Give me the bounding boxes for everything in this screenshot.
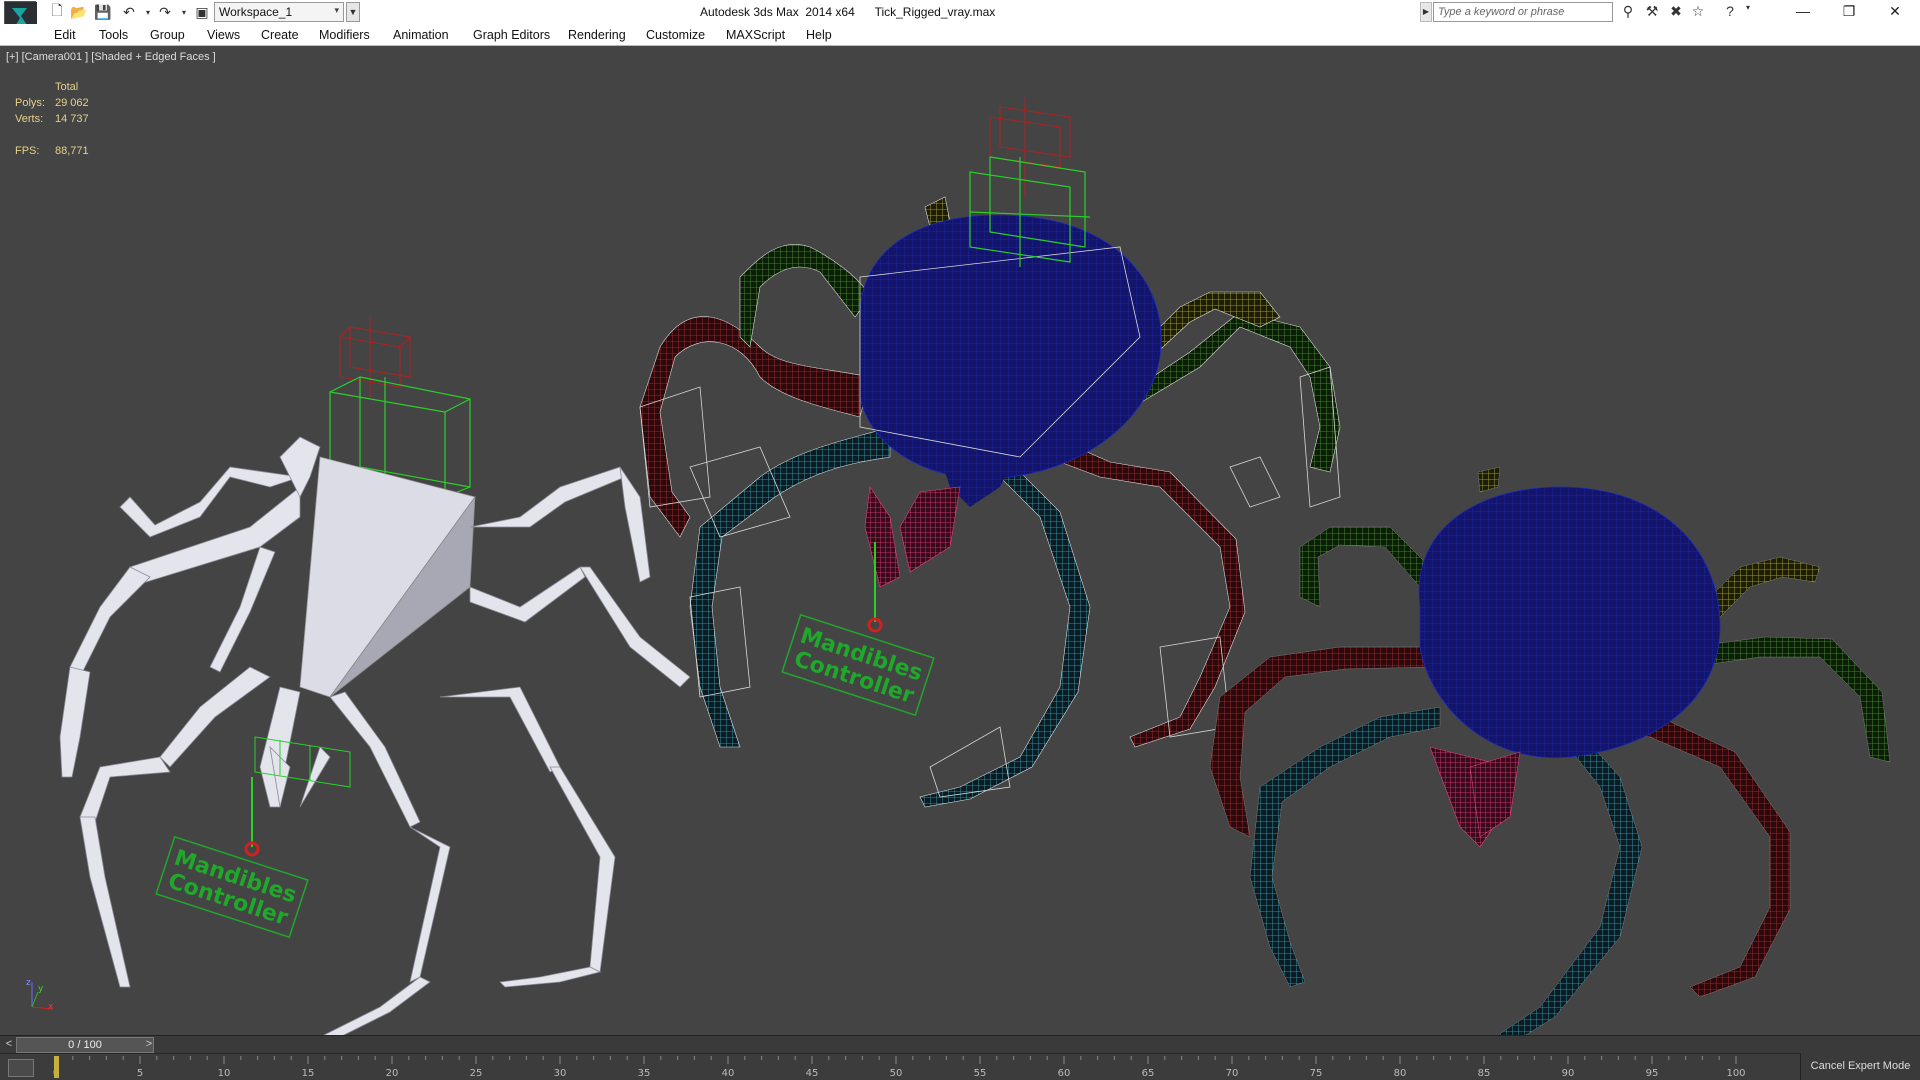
menu-help[interactable]: Help <box>806 28 832 42</box>
help-icon[interactable]: ? <box>1720 3 1740 21</box>
bone-rig-skeleton[interactable]: Mandibles Controller <box>59 317 691 1035</box>
svg-text:y: y <box>38 984 44 994</box>
search-input[interactable]: Type a keyword or phrase <box>1433 2 1613 22</box>
new-file-icon[interactable]: 🗋 <box>48 2 66 21</box>
binoculars-icon[interactable]: ⚲ <box>1618 3 1638 21</box>
menu-graph-editors[interactable]: Graph Editors <box>473 28 550 42</box>
save-icon[interactable]: 💾 <box>94 3 112 21</box>
svg-text:x: x <box>48 1002 54 1012</box>
stats-polys-value: 29 062 <box>55 97 89 109</box>
ruler-tick-label: 100 <box>1726 1068 1745 1079</box>
communication-icon[interactable]: ✖ <box>1666 3 1686 21</box>
ruler-tick-label: 20 <box>386 1068 399 1079</box>
scene-render: Mandibles Controller Mandibles Controlle… <box>26 97 1891 1035</box>
workspace-select[interactable]: Workspace_1 ▾ <box>214 2 344 22</box>
project-folder-icon[interactable]: ▣ <box>193 3 211 21</box>
frame-ruler[interactable]: 0510152025303540455055606570758085909510… <box>46 1054 1746 1080</box>
skinned-tick-mesh[interactable] <box>1209 466 1891 1035</box>
menu-animation[interactable]: Animation <box>393 28 449 42</box>
menu-bar: Edit Tools Group Views Create Modifiers … <box>0 24 1920 46</box>
menu-tools[interactable]: Tools <box>99 28 128 42</box>
close-button[interactable]: ✕ <box>1872 0 1918 24</box>
camera-viewport[interactable]: Mandibles Controller Mandibles Controlle… <box>0 47 1920 1035</box>
menu-rendering[interactable]: Rendering <box>568 28 626 42</box>
ruler-tick-label: 85 <box>1478 1068 1491 1079</box>
stats-fps-label: FPS: <box>15 145 40 157</box>
ruler-tick-label: 75 <box>1310 1068 1323 1079</box>
current-frame-marker[interactable] <box>54 1056 59 1078</box>
app-title: Autodesk 3ds Max 2014 x64 <box>700 5 855 19</box>
svg-text:z: z <box>26 978 31 988</box>
window-title: Autodesk 3ds Max 2014 x64 Tick_Rigged_vr… <box>700 5 995 19</box>
ruler-tick-label: 15 <box>302 1068 315 1079</box>
menu-create[interactable]: Create <box>261 28 299 42</box>
ruler-tick-label: 95 <box>1646 1068 1659 1079</box>
viewport-label[interactable]: [+] [Camera001 ] [Shaded + Edged Faces ] <box>6 51 216 63</box>
menu-group[interactable]: Group <box>150 28 185 42</box>
menu-customize[interactable]: Customize <box>646 28 705 42</box>
ruler-tick-label: 70 <box>1226 1068 1239 1079</box>
menu-views[interactable]: Views <box>207 28 240 42</box>
axis-tripod-icon: z y x <box>26 978 54 1012</box>
track-bar-menu-icon[interactable] <box>8 1059 34 1077</box>
ruler-tick-label: 45 <box>806 1068 819 1079</box>
menu-edit[interactable]: Edit <box>54 28 76 42</box>
cancel-expert-mode-button[interactable]: Cancel Expert Mode <box>1800 1053 1920 1080</box>
open-file-icon[interactable]: 📂 <box>70 3 88 21</box>
previous-frame-button[interactable]: < <box>2 1038 16 1052</box>
redo-dropdown-icon[interactable]: ▾ <box>175 3 193 21</box>
workspace-menu-button[interactable]: ▼ <box>346 2 360 22</box>
ruler-tick-label: 90 <box>1562 1068 1575 1079</box>
ruler-tick-label: 65 <box>1142 1068 1155 1079</box>
ruler-tick-label: 40 <box>722 1068 735 1079</box>
ruler-tick-label: 80 <box>1394 1068 1407 1079</box>
ruler-tick-label: 35 <box>638 1068 651 1079</box>
chevron-down-icon: ▾ <box>334 5 339 15</box>
menu-modifiers[interactable]: Modifiers <box>319 28 370 42</box>
subscription-icon[interactable]: ⚒ <box>1642 3 1662 21</box>
next-frame-button[interactable]: > <box>142 1038 156 1052</box>
ruler-tick-label: 55 <box>974 1068 987 1079</box>
title-bar: 🗋 📂 💾 ↶ ▾ ↷ ▾ ▣ Workspace_1 ▾ ▼ Autodesk… <box>0 0 1920 34</box>
menu-maxscript[interactable]: MAXScript <box>726 28 785 42</box>
stats-total-label: Total <box>55 81 79 93</box>
search-placeholder: Type a keyword or phrase <box>1438 6 1565 18</box>
ruler-tick-label: 30 <box>554 1068 567 1079</box>
redo-icon[interactable]: ↷ <box>156 3 174 21</box>
favorites-star-icon[interactable]: ☆ <box>1688 3 1708 21</box>
stats-verts-label: Verts: <box>15 113 44 125</box>
undo-dropdown-icon[interactable]: ▾ <box>139 3 157 21</box>
stats-fps-value: 88,771 <box>55 145 89 157</box>
help-dropdown-icon[interactable]: ▾ <box>1738 3 1758 21</box>
time-slider-thumb[interactable]: 0 / 100 <box>16 1037 154 1053</box>
search-expand-button[interactable]: ▶ <box>1420 2 1432 22</box>
mandibles-controller-left[interactable]: Mandibles Controller <box>155 835 309 939</box>
file-name: Tick_Rigged_vray.max <box>874 5 996 19</box>
ruler-tick-label: 5 <box>137 1068 143 1079</box>
ruler-tick-label: 25 <box>470 1068 483 1079</box>
minimize-button[interactable]: — <box>1780 0 1826 24</box>
ruler-tick-label: 50 <box>890 1068 903 1079</box>
stats-verts-value: 14 737 <box>55 113 89 125</box>
mandibles-controller-center[interactable]: Mandibles Controller <box>781 613 935 717</box>
undo-icon[interactable]: ↶ <box>120 3 138 21</box>
workspace-name: Workspace_1 <box>219 5 293 19</box>
time-slider[interactable]: < 0 / 100 > <box>0 1035 1920 1053</box>
stats-polys-label: Polys: <box>15 97 45 109</box>
ruler-tick-label: 60 <box>1058 1068 1071 1079</box>
track-bar[interactable]: 0510152025303540455055606570758085909510… <box>0 1053 1920 1080</box>
ruler-tick-label: 10 <box>218 1068 231 1079</box>
restore-button[interactable]: ❐ <box>1826 0 1872 24</box>
